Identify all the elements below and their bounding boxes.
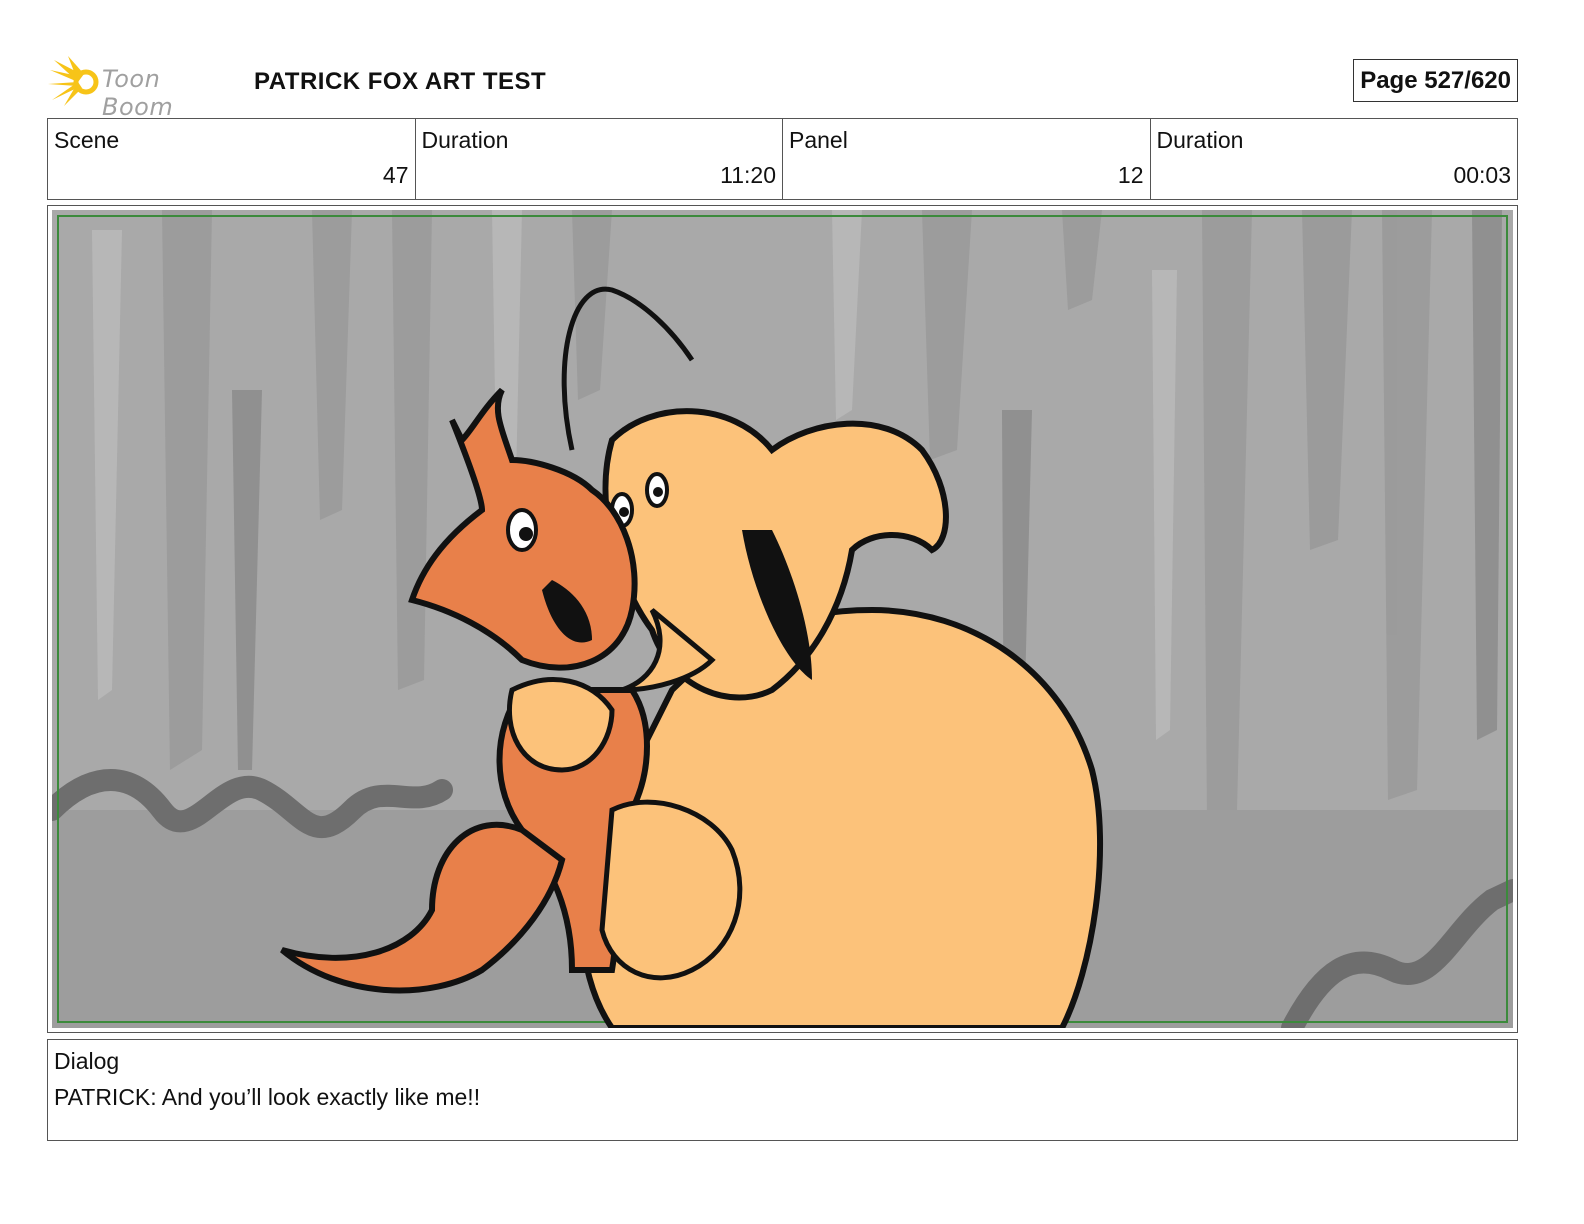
scene-value: 47 xyxy=(382,162,409,188)
toon-boom-logo: Toon Boom xyxy=(48,56,238,121)
dialog-text: PATRICK: And you’ll look exactly like me… xyxy=(54,1084,481,1110)
panel-duration-label: Duration xyxy=(1156,127,1244,153)
page-number: Page 527/620 xyxy=(1353,59,1518,102)
panel-duration-cell: Duration 00:03 xyxy=(1151,119,1518,199)
panel-duration-value: 00:03 xyxy=(1453,162,1511,188)
document-title: PATRICK FOX ART TEST xyxy=(254,68,547,95)
scene-duration-label: Duration xyxy=(421,127,509,153)
dialog-box: Dialog PATRICK: And you’ll look exactly … xyxy=(47,1039,1518,1141)
panel-cell: Panel 12 xyxy=(783,119,1151,199)
dialog-label: Dialog xyxy=(54,1048,120,1074)
scene-duration-value: 11:20 xyxy=(720,162,776,188)
panel-label: Panel xyxy=(789,127,848,153)
page-header: Toon Boom PATRICK FOX ART TEST Page 527/… xyxy=(48,56,1538,121)
scene-info-table: Scene 47 Duration 11:20 Panel 12 Duratio… xyxy=(47,118,1518,200)
scene-cell: Scene 47 xyxy=(48,119,416,199)
storyboard-panel xyxy=(47,205,1518,1033)
panel-artwork xyxy=(52,210,1513,1028)
scene-duration-cell: Duration 11:20 xyxy=(416,119,783,199)
logo-text: Toon Boom xyxy=(102,65,174,121)
panel-value: 12 xyxy=(1117,162,1144,188)
scene-label: Scene xyxy=(54,127,120,153)
sunburst-logo-icon xyxy=(48,56,99,106)
